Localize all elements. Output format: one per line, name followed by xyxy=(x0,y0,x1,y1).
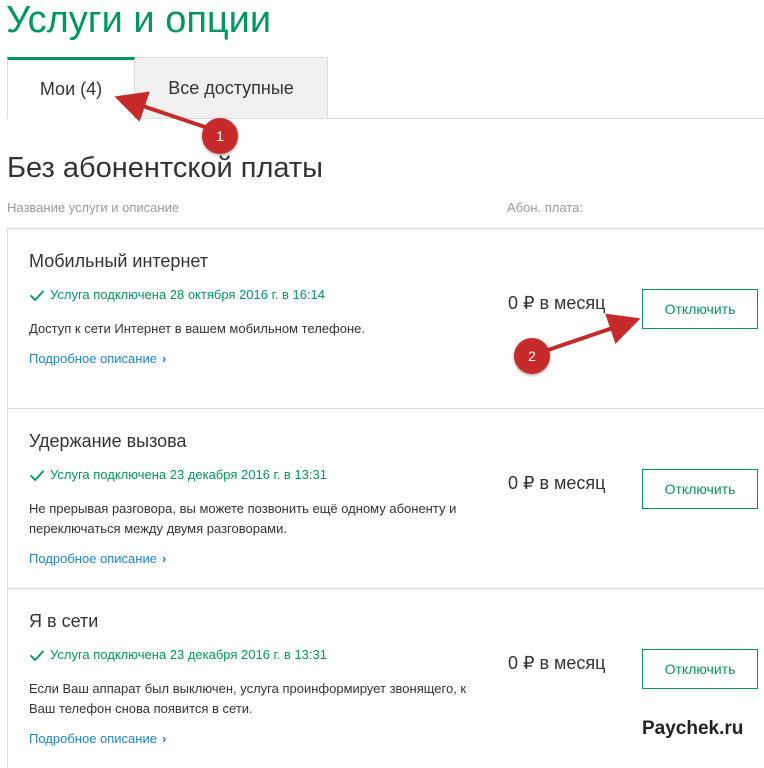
annotation-arrows xyxy=(114,91,641,352)
annotation-badge-2: 2 xyxy=(514,338,550,374)
annotation-arrow-2 xyxy=(547,313,641,352)
annotation-badge-1: 1 xyxy=(202,118,238,154)
annotation-arrow-1 xyxy=(114,91,209,130)
watermark: Paychek.ru xyxy=(642,718,744,739)
